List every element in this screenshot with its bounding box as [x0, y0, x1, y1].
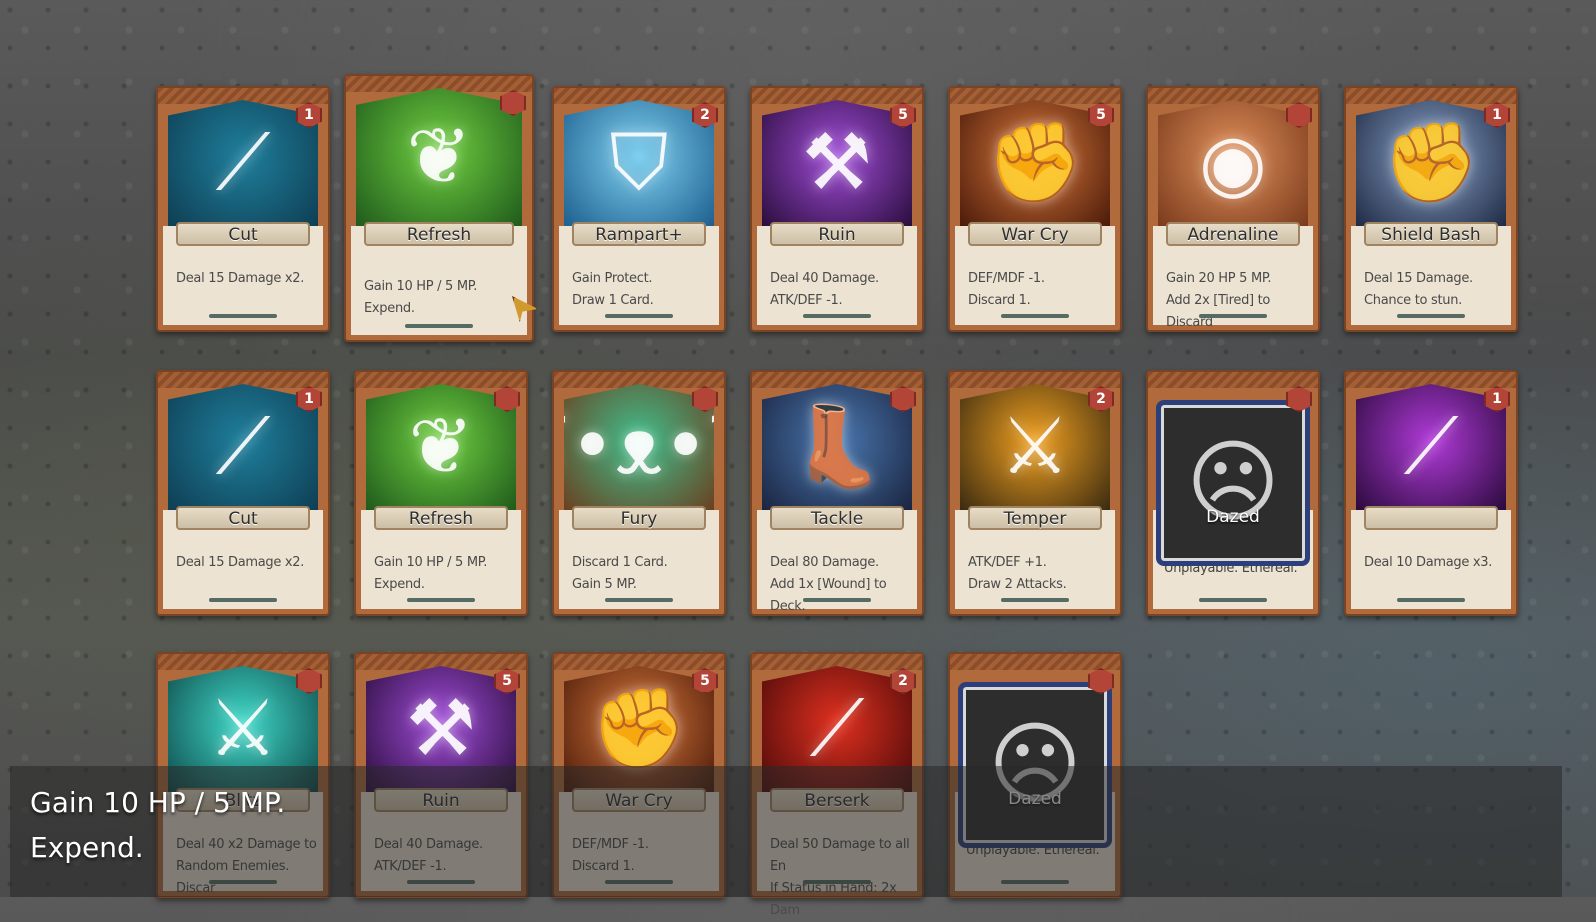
card-temper[interactable]: ⚔ Temper ATK/DEF +1. Draw 2 Attacks. 2 — [948, 370, 1122, 616]
card-name: Tackle — [770, 506, 904, 530]
boot-icon: 👢 — [762, 384, 912, 513]
card-underline — [803, 598, 871, 602]
card-refresh[interactable]: ❦ Refresh Gain 10 HP / 5 MP. Expend. — [344, 74, 534, 342]
card-underline — [1001, 598, 1069, 602]
card-description: DEF/MDF -1. Discard 1. — [968, 271, 1045, 308]
leaf-icon-glyph: ❦ — [406, 112, 472, 202]
claw-icon-glyph: ⟋ — [1403, 402, 1459, 492]
card-rampart-[interactable]: ⛉ Rampart+ Gain Protect. Draw 1 Card. 2 — [552, 86, 726, 332]
card-name: Cut — [176, 222, 310, 246]
bear-icon: ʕ•ᴥ•ʔ — [564, 384, 714, 513]
card-name: Ruin — [770, 222, 904, 246]
bear-icon-glyph: ʕ•ᴥ•ʔ — [564, 402, 714, 492]
card-underline — [1397, 598, 1465, 602]
eye-icon-glyph: ◉ — [1198, 118, 1268, 208]
card-name: Refresh — [374, 506, 508, 530]
card-name: Rampart+ — [572, 222, 706, 246]
card-description: Deal 15 Damage x2. — [176, 555, 305, 570]
axe-icon: ⚒ — [762, 100, 912, 229]
card-tackle[interactable]: 👢 Tackle Deal 80 Damage. Add 1x [Wound] to… — [750, 370, 924, 616]
cut-icon-glyph: ⟋ — [215, 402, 271, 492]
fist-icon-glyph: ✊ — [590, 684, 688, 774]
card-shield-bash[interactable]: ✊ Shield Bash Deal 15 Damage. Chance to st… — [1344, 86, 1518, 332]
blade-icon: ⚔ — [960, 384, 1110, 513]
dazed-face-icon: ☹ — [1156, 400, 1310, 566]
card-frame-top — [1148, 372, 1318, 388]
axe-icon-glyph: ⚒ — [406, 684, 476, 774]
slash-icon-glyph: ⟋ — [809, 684, 865, 774]
card-name: Adrenaline — [1166, 222, 1300, 246]
card-description: Discard 1 Card. Gain 5 MP. — [572, 555, 668, 592]
card-tooltip: Gain 10 HP / 5 MP. Expend. — [10, 766, 1562, 897]
card-ruin[interactable]: ⚒RuinDeal 40 Damage. ATK/DEF -1.5 — [750, 86, 924, 332]
card-description: Deal 40 Damage. ATK/DEF -1. — [770, 271, 879, 308]
card-name: Temper — [968, 506, 1102, 530]
leaf-icon: ❦ — [356, 88, 522, 229]
claw-icon: ⟋ — [1356, 384, 1506, 513]
card-description: Gain 20 HP 5 MP. Add 2x [Tired] to Disca… — [1166, 271, 1272, 330]
fist-icon: ✊ — [960, 100, 1110, 229]
card-name: Dazed — [1206, 507, 1260, 527]
boot-icon-glyph: 👢 — [788, 402, 886, 492]
shield-icon: ⛉ — [564, 100, 714, 229]
card-name: Cut — [176, 506, 310, 530]
axe-icon-glyph: ⚒ — [802, 118, 872, 208]
card-description: ATK/DEF +1. Draw 2 Attacks. — [968, 555, 1067, 592]
leaf-icon-glyph: ❦ — [408, 402, 474, 492]
card-underline — [1199, 598, 1267, 602]
card-underline — [605, 314, 673, 318]
card-description: Deal 15 Damage x2. — [176, 271, 305, 286]
card-dazed[interactable]: ☹DazedUnplayable. Ethereal. — [1146, 370, 1320, 616]
card-unnamed[interactable]: ⟋ Deal 10 Damage x3. 1 — [1344, 370, 1518, 616]
card-war-cry[interactable]: ✊War CryDEF/MDF -1. Discard 1.5 — [948, 86, 1122, 332]
card-description: Deal 10 Damage x3. — [1364, 555, 1493, 570]
card-name — [1364, 506, 1498, 530]
card-name: War Cry — [968, 222, 1102, 246]
tooltip-text: Gain 10 HP / 5 MP. Expend. — [30, 786, 286, 864]
card-frame-top — [950, 654, 1120, 670]
fist-icon-glyph: ✊ — [986, 118, 1084, 208]
cut-icon-glyph: ⟋ — [215, 118, 271, 208]
card-underline — [405, 324, 473, 328]
card-refresh[interactable]: ❦ Refresh Gain 10 HP / 5 MP. Expend. — [354, 370, 528, 616]
card-underline — [605, 598, 673, 602]
card-name: Fury — [572, 506, 706, 530]
card-description: Gain 10 HP / 5 MP. Expend. — [374, 555, 488, 592]
card-description: Gain 10 HP / 5 MP. Expend. — [364, 279, 478, 316]
leaf-icon: ❦ — [366, 384, 516, 513]
rock-fist-icon: ✊ — [1356, 100, 1506, 229]
card-description: Deal 80 Damage. Add 1x [Wound] to Deck. — [770, 555, 887, 614]
card-description: Gain Protect. Draw 1 Card. — [572, 271, 654, 308]
card-fury[interactable]: ʕ•ᴥ•ʔ Fury Discard 1 Card. Gain 5 MP. — [552, 370, 726, 616]
blade-icon-glyph: ⚔ — [1000, 402, 1070, 492]
eye-icon: ◉ — [1158, 100, 1308, 229]
card-underline — [407, 598, 475, 602]
card-cut[interactable]: ⟋ Cut Deal 15 Damage x2. 1 — [156, 370, 330, 616]
card-cut[interactable]: ⟋ Cut Deal 15 Damage x2. 1 — [156, 86, 330, 332]
card-underline — [1199, 314, 1267, 318]
crossed-swords-icon-glyph: ⚔ — [208, 684, 278, 774]
card-name: Shield Bash — [1364, 222, 1498, 246]
card-name: Refresh — [364, 222, 514, 246]
cut-icon: ⟋ — [168, 384, 318, 513]
card-underline — [803, 314, 871, 318]
card-underline — [1001, 314, 1069, 318]
rock-fist-icon-glyph: ✊ — [1382, 118, 1480, 208]
shield-icon-glyph: ⛉ — [609, 118, 669, 208]
cut-icon: ⟋ — [168, 100, 318, 229]
card-underline — [1397, 314, 1465, 318]
card-adrenaline[interactable]: ◉ Adrenaline Gain 20 HP 5 MP. Add 2x [Tire… — [1146, 86, 1320, 332]
card-underline — [209, 314, 277, 318]
card-description: Deal 15 Damage. Chance to stun. — [1364, 271, 1473, 308]
card-underline — [209, 598, 277, 602]
